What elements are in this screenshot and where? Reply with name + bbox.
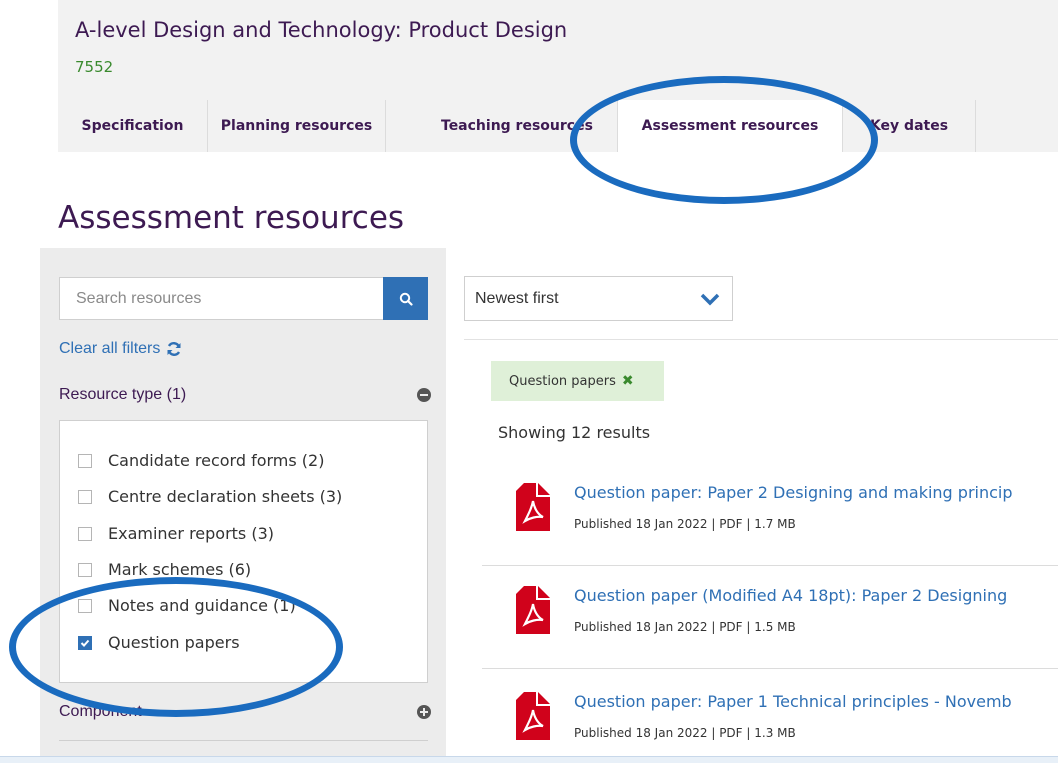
tab-key-dates[interactable]: Key dates	[843, 100, 976, 152]
filter-option[interactable]: Centre declaration sheets (3)	[78, 487, 342, 506]
divider	[482, 668, 1058, 669]
divider	[464, 339, 1058, 340]
tab-assessment-resources[interactable]: Assessment resources	[618, 100, 843, 152]
filter-option[interactable]: Notes and guidance (1)	[78, 596, 296, 615]
bottom-strip	[0, 756, 1058, 763]
sort-select[interactable]: Newest first	[464, 276, 733, 321]
course-title: A-level Design and Technology: Product D…	[75, 18, 568, 42]
result-title-link[interactable]: Question paper (Modified A4 18pt): Paper…	[574, 586, 1007, 605]
search-icon	[399, 292, 413, 306]
result-item[interactable]: Question paper: Paper 1 Technical princi…	[516, 692, 1058, 752]
close-icon[interactable]: ✖	[622, 373, 634, 389]
tab-specification[interactable]: Specification	[58, 100, 208, 152]
component-label: Component	[59, 703, 142, 720]
result-title-link[interactable]: Question paper: Paper 2 Designing and ma…	[574, 483, 1013, 502]
resource-type-options: Candidate record forms (2) Centre declar…	[59, 420, 428, 683]
checkmark-icon	[80, 639, 90, 647]
clear-all-filters-link[interactable]: Clear all filters	[59, 340, 182, 358]
expand-icon	[417, 705, 431, 719]
filter-option[interactable]: Mark schemes (6)	[78, 560, 251, 579]
result-item[interactable]: Question paper (Modified A4 18pt): Paper…	[516, 586, 1058, 646]
pdf-icon	[516, 586, 550, 634]
sort-value: Newest first	[475, 289, 559, 307]
filter-option[interactable]: Candidate record forms (2)	[78, 451, 324, 470]
search-button[interactable]	[383, 277, 428, 320]
search-input[interactable]: Search resources	[59, 277, 383, 320]
resource-type-heading[interactable]: Resource type (1)	[59, 386, 431, 404]
collapse-icon	[417, 388, 431, 402]
checkbox[interactable]	[78, 489, 92, 504]
component-heading[interactable]: Component	[59, 703, 431, 721]
checkbox[interactable]	[78, 562, 92, 577]
result-meta: Published 18 Jan 2022 | PDF | 1.7 MB	[574, 517, 796, 531]
clear-filters-label: Clear all filters	[59, 340, 161, 357]
tab-teaching-resources[interactable]: Teaching resources	[386, 100, 618, 152]
filter-tag-label: Question papers	[509, 373, 616, 389]
pdf-icon	[516, 692, 550, 740]
active-filter-tag[interactable]: Question papers ✖	[491, 361, 664, 401]
chevron-down-icon	[700, 293, 720, 305]
page-title: Assessment resources	[58, 200, 405, 236]
checkbox[interactable]	[78, 598, 92, 613]
divider	[482, 565, 1058, 566]
course-code: 7552	[75, 58, 114, 76]
resource-type-label: Resource type (1)	[59, 386, 187, 403]
divider	[59, 740, 428, 741]
checkbox[interactable]	[78, 526, 92, 541]
tab-bar: Specification Planning resources Teachin…	[58, 100, 976, 152]
course-header: A-level Design and Technology: Product D…	[58, 0, 1058, 152]
refresh-icon	[167, 342, 181, 356]
result-title-link[interactable]: Question paper: Paper 1 Technical princi…	[574, 692, 1012, 711]
tab-planning-resources[interactable]: Planning resources	[208, 100, 386, 152]
checkbox[interactable]	[78, 453, 92, 468]
checkbox-checked[interactable]	[78, 635, 92, 650]
result-item[interactable]: Question paper: Paper 2 Designing and ma…	[516, 483, 1058, 543]
pdf-icon	[516, 483, 550, 531]
filter-option[interactable]: Examiner reports (3)	[78, 524, 274, 543]
search-placeholder: Search resources	[76, 289, 202, 307]
results-count: Showing 12 results	[498, 423, 651, 442]
filter-option[interactable]: Question papers	[78, 633, 240, 652]
result-meta: Published 18 Jan 2022 | PDF | 1.3 MB	[574, 726, 796, 740]
result-meta: Published 18 Jan 2022 | PDF | 1.5 MB	[574, 620, 796, 634]
